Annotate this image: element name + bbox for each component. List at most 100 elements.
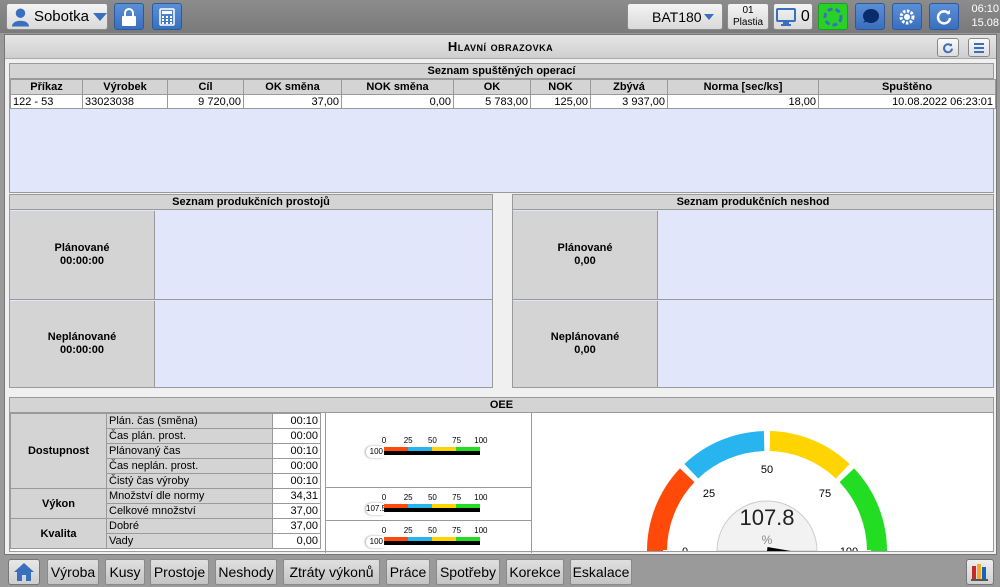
gauge-tick: 50 (427, 436, 437, 445)
panel-refresh-button[interactable] (937, 38, 959, 57)
library-button[interactable] (966, 559, 994, 585)
tab-ztraty-vykonu[interactable]: Ztráty výkonů (283, 559, 380, 585)
oee-row-value: 0,00 (272, 533, 321, 549)
tab-eskalace[interactable]: Eskalace (570, 559, 632, 585)
oee-row-value: 00:10 (272, 473, 321, 489)
gauge-value: 100 (366, 446, 384, 458)
tab-vyroba[interactable]: Výroba (47, 559, 99, 585)
availability-group-label: Dostupnost (10, 413, 107, 489)
settings-button[interactable] (892, 3, 922, 30)
oee-row-value: 37,00 (272, 503, 321, 519)
column-header[interactable]: NOK směna (341, 79, 454, 95)
gauge-tick: 100 (474, 526, 488, 535)
unplanned-defects-row[interactable]: Neplánované 0,00 (513, 301, 993, 387)
column-header[interactable]: OK směna (243, 79, 342, 95)
column-header[interactable]: Cíl (167, 79, 244, 95)
oee-section: OEE Dostupnost Plán. čas (směna) 00:10 Č… (9, 397, 994, 553)
tab-prostoje[interactable]: Prostoje (150, 559, 209, 585)
chat-button[interactable] (855, 3, 885, 30)
clock: 06:10 15.08 (963, 2, 999, 30)
column-header[interactable]: Příkaz (10, 79, 83, 95)
monitor-icon (776, 7, 797, 26)
tab-prace[interactable]: Práce (386, 559, 430, 585)
home-button[interactable] (8, 559, 40, 585)
column-header[interactable]: Zbývá (590, 79, 668, 95)
tab-kusy[interactable]: Kusy (105, 559, 145, 585)
gauge-fill (384, 541, 480, 545)
tab-neshody[interactable]: Neshody (215, 559, 277, 585)
unplanned-downtime-list[interactable] (155, 301, 492, 387)
gauge-tick-label: 0 (682, 546, 688, 551)
cell-nok-shift: 0,00 (341, 94, 454, 109)
gauge-fill (384, 451, 480, 455)
planned-defects-list[interactable] (658, 211, 993, 299)
calculator-button[interactable] (152, 3, 182, 30)
oee-row-label: Množství dle normy (106, 488, 273, 504)
gauge-tick-label: 50 (761, 464, 773, 476)
table-row: Výkon Množství dle normy 34,31 (10, 488, 321, 519)
user-menu-button[interactable]: Sobotka (6, 3, 108, 30)
lock-button[interactable] (114, 3, 144, 30)
refresh-button[interactable] (929, 3, 959, 30)
oee-row-label: Čistý čas výroby (106, 473, 273, 489)
gauge-tick-label: 75 (819, 488, 831, 500)
quality-group-label: Kvalita (10, 518, 107, 549)
shift-button[interactable]: 01 Plastia (727, 3, 769, 30)
oee-gauge: 0 25 50 75 100 107.8 % (647, 431, 887, 551)
column-header[interactable]: Norma [sec/ks] (667, 79, 819, 95)
gauge-tick: 50 (427, 493, 437, 502)
status-button[interactable] (818, 3, 848, 30)
operations-header-row: Příkaz Výrobek Cíl OK směna NOK směna OK… (10, 79, 996, 95)
refresh-icon (936, 9, 952, 25)
defects-title: Seznam produkčních neshod (513, 195, 993, 210)
unplanned-downtime-row[interactable]: Neplánované 00:00:00 (10, 301, 492, 387)
cell-started: 10.08.2022 06:23:01 (818, 94, 996, 109)
monitor-button[interactable]: 0 (773, 3, 813, 30)
planned-downtime-list[interactable] (155, 211, 492, 299)
oee-row-label: Čas neplán. prost. (106, 458, 273, 474)
gauge-tick: 0 (381, 493, 387, 502)
tab-korekce[interactable]: Korekce (506, 559, 564, 585)
station-select[interactable]: BAT180 (627, 3, 723, 30)
oee-row-label: Plán. čas (směna) (106, 413, 273, 429)
oee-row-value: 00:00 (272, 458, 321, 474)
oee-row-value: 34,31 (272, 488, 321, 504)
cell-ok: 5 783,00 (453, 94, 531, 109)
unplanned-downtime-value: 00:00:00 (59, 344, 105, 356)
oee-row-label: Plánovaný čas (106, 443, 273, 459)
gauge-band (839, 468, 887, 551)
gauge-fill (384, 508, 480, 512)
gauge-band (769, 431, 850, 479)
column-header[interactable]: NOK (530, 79, 591, 95)
cell-nok: 125,00 (530, 94, 591, 109)
oee-row-value: 00:10 (272, 443, 321, 459)
oee-table: Dostupnost Plán. čas (směna) 00:10 Čas p… (10, 413, 321, 549)
table-row[interactable]: 122 - 53 33023038 9 720,00 37,00 0,00 5 … (10, 94, 996, 109)
planned-defects-summary: Plánované 0,00 (513, 211, 658, 299)
operations-section: Seznam spuštěných operací Příkaz Výrobek… (9, 63, 996, 193)
tab-spotreby[interactable]: Spotřeby (436, 559, 500, 585)
oee-row-label: Čas plán. prost. (106, 428, 273, 444)
table-row: Dostupnost Plán. čas (směna) 00:10 (10, 413, 321, 489)
gauge-tick: 25 (403, 436, 413, 445)
chevron-down-icon (93, 12, 107, 21)
table-row: Kvalita Dobré 37,00 (10, 518, 321, 549)
column-header[interactable]: Výrobek (82, 79, 168, 95)
column-header[interactable]: OK (453, 79, 531, 95)
gauge-tick-mark (692, 476, 698, 482)
planned-defects-row[interactable]: Plánované 0,00 (513, 211, 993, 300)
quality-gauge: 0 25 50 75 100 100 (366, 526, 488, 550)
gauge-tick: 25 (403, 493, 413, 502)
column-header[interactable]: Spuštěno (818, 79, 996, 95)
unplanned-downtime-summary: Neplánované 00:00:00 (10, 301, 155, 387)
planned-downtime-summary: Plánované 00:00:00 (10, 211, 155, 299)
unplanned-defects-list[interactable] (658, 301, 993, 387)
oee-title: OEE (10, 398, 993, 413)
clock-time: 06:10 (971, 3, 999, 15)
planned-downtime-row[interactable]: Plánované 00:00:00 (10, 211, 492, 300)
performance-gauge: 0 25 50 75 100 107.5 (366, 493, 487, 517)
panel-menu-button[interactable] (968, 38, 990, 57)
user-icon (11, 7, 30, 26)
gauge-value: 100 (366, 536, 384, 548)
oee-row-value: 37,00 (272, 518, 321, 534)
